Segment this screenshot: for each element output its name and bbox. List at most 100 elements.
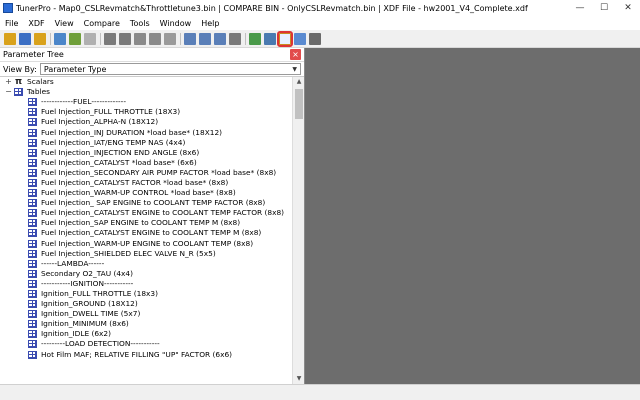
tree-item[interactable]: Ignition_FULL THROTTLE (18x3): [0, 289, 292, 299]
tree-item[interactable]: Fuel Injection_FULL THROTTLE (18X3): [0, 107, 292, 117]
collapse-icon[interactable]: −: [4, 87, 13, 97]
tree-item-label: Fuel Injection_CATALYST ENGINE to COOLAN…: [41, 228, 262, 238]
table-icon: [28, 320, 37, 329]
tree-item-label: Fuel Injection_FULL THROTTLE (18X3): [41, 107, 181, 117]
table-icon: [28, 310, 37, 319]
tree-item-label: -----------IGNITION-----------: [41, 278, 134, 288]
tree-item[interactable]: Fuel Injection_INJ DURATION *load base* …: [0, 127, 292, 137]
tree-item-label: Secondary O2_TAU (4x4): [41, 268, 134, 278]
add-icon[interactable]: [119, 32, 131, 45]
tree-item[interactable]: Fuel Injection_CATALYST ENGINE to COOLAN…: [0, 228, 292, 238]
tree-item-label: ------LAMBDA------: [41, 258, 105, 268]
table-icon: [28, 158, 37, 167]
menu-compare[interactable]: Compare: [79, 19, 125, 28]
monitor-icon[interactable]: [229, 32, 241, 45]
tree-group[interactable]: + π Scalars: [0, 77, 292, 87]
table-icon: [28, 209, 37, 218]
tree-item-label: Ignition_FULL THROTTLE (18x3): [41, 289, 159, 299]
open-icon[interactable]: [4, 32, 16, 45]
table-icon: [28, 330, 37, 339]
export-icon[interactable]: [69, 32, 81, 45]
tree-item-label: ------------FUEL-------------: [41, 97, 126, 107]
menu-window[interactable]: Window: [155, 19, 197, 28]
table-icon: [28, 259, 37, 268]
scroll-up-icon[interactable]: ▲: [293, 77, 305, 87]
open-bin-icon[interactable]: [34, 32, 46, 45]
tree-item[interactable]: Ignition_MINIMUM (8x6): [0, 319, 292, 329]
view-by-value: Parameter Type: [43, 64, 107, 74]
tree-item[interactable]: Hot Film MAF; RELATIVE FILLING "UP" FACT…: [0, 350, 292, 360]
delete-icon[interactable]: [104, 32, 116, 45]
list-view-icon[interactable]: [199, 32, 211, 45]
scroll-down-icon[interactable]: ▼: [293, 374, 305, 384]
tree-item[interactable]: Fuel Injection_SHIELDED ELEC VALVE N_R (…: [0, 249, 292, 259]
status-bar: [0, 384, 640, 400]
tree-item[interactable]: Fuel Injection_ SAP ENGINE to COOLANT TE…: [0, 198, 292, 208]
tree-item-label: Ignition_DWELL TIME (5x7): [41, 309, 141, 319]
table-icon: [28, 148, 37, 157]
tree-item-label: Fuel Injection_WARM-UP CONTROL *load bas…: [41, 188, 236, 198]
tree-item[interactable]: Fuel Injection_WARM-UP ENGINE to COOLANT…: [0, 239, 292, 249]
tree-item[interactable]: ---------LOAD DETECTION-----------: [0, 339, 292, 349]
maximize-button[interactable]: ☐: [592, 0, 616, 16]
close-button[interactable]: ✕: [616, 0, 640, 16]
tree-item-label: Tables: [27, 87, 50, 97]
view-by-label: View By:: [3, 64, 37, 74]
tree-item[interactable]: Ignition_IDLE (6x2): [0, 329, 292, 339]
tree-scrollbar[interactable]: ▲ ▼: [292, 77, 304, 384]
table-icon: [28, 219, 37, 228]
menu-xdf[interactable]: XDF: [23, 19, 49, 28]
copy-icon[interactable]: [134, 32, 146, 45]
tree-item[interactable]: Fuel Injection_INJECTION END ANGLE (8x6): [0, 148, 292, 158]
hex-icon[interactable]: [249, 32, 261, 45]
import-icon[interactable]: [54, 32, 66, 45]
tree-group[interactable]: − Tables: [0, 87, 292, 97]
table-icon: [28, 178, 37, 187]
expand-icon[interactable]: +: [4, 77, 13, 87]
new-page-icon[interactable]: [84, 32, 96, 45]
panel-close-icon[interactable]: ×: [290, 49, 301, 60]
tree-item-label: Hot Film MAF; RELATIVE FILLING "UP" FACT…: [41, 349, 233, 359]
parameter-tree-panel: Parameter Tree × View By: Parameter Type…: [0, 48, 305, 384]
tree-item[interactable]: ------------FUEL-------------: [0, 97, 292, 107]
tree-item[interactable]: ------LAMBDA------: [0, 259, 292, 269]
tree-item[interactable]: Fuel Injection_CATALYST *load base* (6x6…: [0, 158, 292, 168]
mdi-workspace: [305, 48, 640, 384]
save-icon[interactable]: [19, 32, 31, 45]
tree-item-label: Ignition_MINIMUM (8x6): [41, 319, 129, 329]
search-icon[interactable]: [264, 32, 276, 45]
tool-icon[interactable]: [164, 32, 176, 45]
tree-item[interactable]: Ignition_GROUND (18X12): [0, 299, 292, 309]
tree-item[interactable]: Fuel Injection_WARM-UP CONTROL *load bas…: [0, 188, 292, 198]
menu-file[interactable]: File: [0, 19, 23, 28]
tree-item-label: ---------LOAD DETECTION-----------: [41, 339, 160, 349]
tree-item[interactable]: Ignition_DWELL TIME (5x7): [0, 309, 292, 319]
tree-item[interactable]: -----------IGNITION-----------: [0, 279, 292, 289]
tree-item[interactable]: Fuel Injection_SECONDARY AIR PUMP FACTOR…: [0, 168, 292, 178]
tree-item[interactable]: Fuel Injection_SAP ENGINE to COOLANT TEM…: [0, 218, 292, 228]
tree-item[interactable]: Fuel Injection_CATALYST FACTOR *load bas…: [0, 178, 292, 188]
menu-help[interactable]: Help: [196, 19, 224, 28]
table-icon: [28, 128, 37, 137]
scroll-thumb[interactable]: [295, 89, 303, 119]
tree-item[interactable]: Fuel Injection_ALPHA-N (18X12): [0, 117, 292, 127]
tree-item[interactable]: Fuel Injection_CATALYST ENGINE to COOLAN…: [0, 208, 292, 218]
view-by-select[interactable]: Parameter Type ▼: [39, 63, 301, 75]
menu-view[interactable]: View: [50, 19, 79, 28]
wrench-icon[interactable]: [149, 32, 161, 45]
table-icon: [28, 300, 37, 309]
tree-item[interactable]: Fuel Injection_IAT/ENG TEMP NAS (4x4): [0, 138, 292, 148]
title-bar: TunerPro - Map0_CSLRevmatch&Throttletune…: [0, 0, 640, 16]
checksum-icon[interactable]: [294, 32, 306, 45]
compare-icon[interactable]: [277, 30, 293, 47]
emulator-icon[interactable]: [309, 32, 321, 45]
graph-view-icon[interactable]: [214, 32, 226, 45]
tree-item-label: Fuel Injection_WARM-UP ENGINE to COOLANT…: [41, 238, 254, 248]
app-icon: [3, 3, 13, 13]
table-view-icon[interactable]: [184, 32, 196, 45]
menu-tools[interactable]: Tools: [125, 19, 155, 28]
minimize-button[interactable]: —: [568, 0, 592, 16]
tree-item-label: Fuel Injection_CATALYST ENGINE to COOLAN…: [41, 208, 285, 218]
tree-item[interactable]: Secondary O2_TAU (4x4): [0, 269, 292, 279]
toolbar-separator: [180, 32, 181, 45]
